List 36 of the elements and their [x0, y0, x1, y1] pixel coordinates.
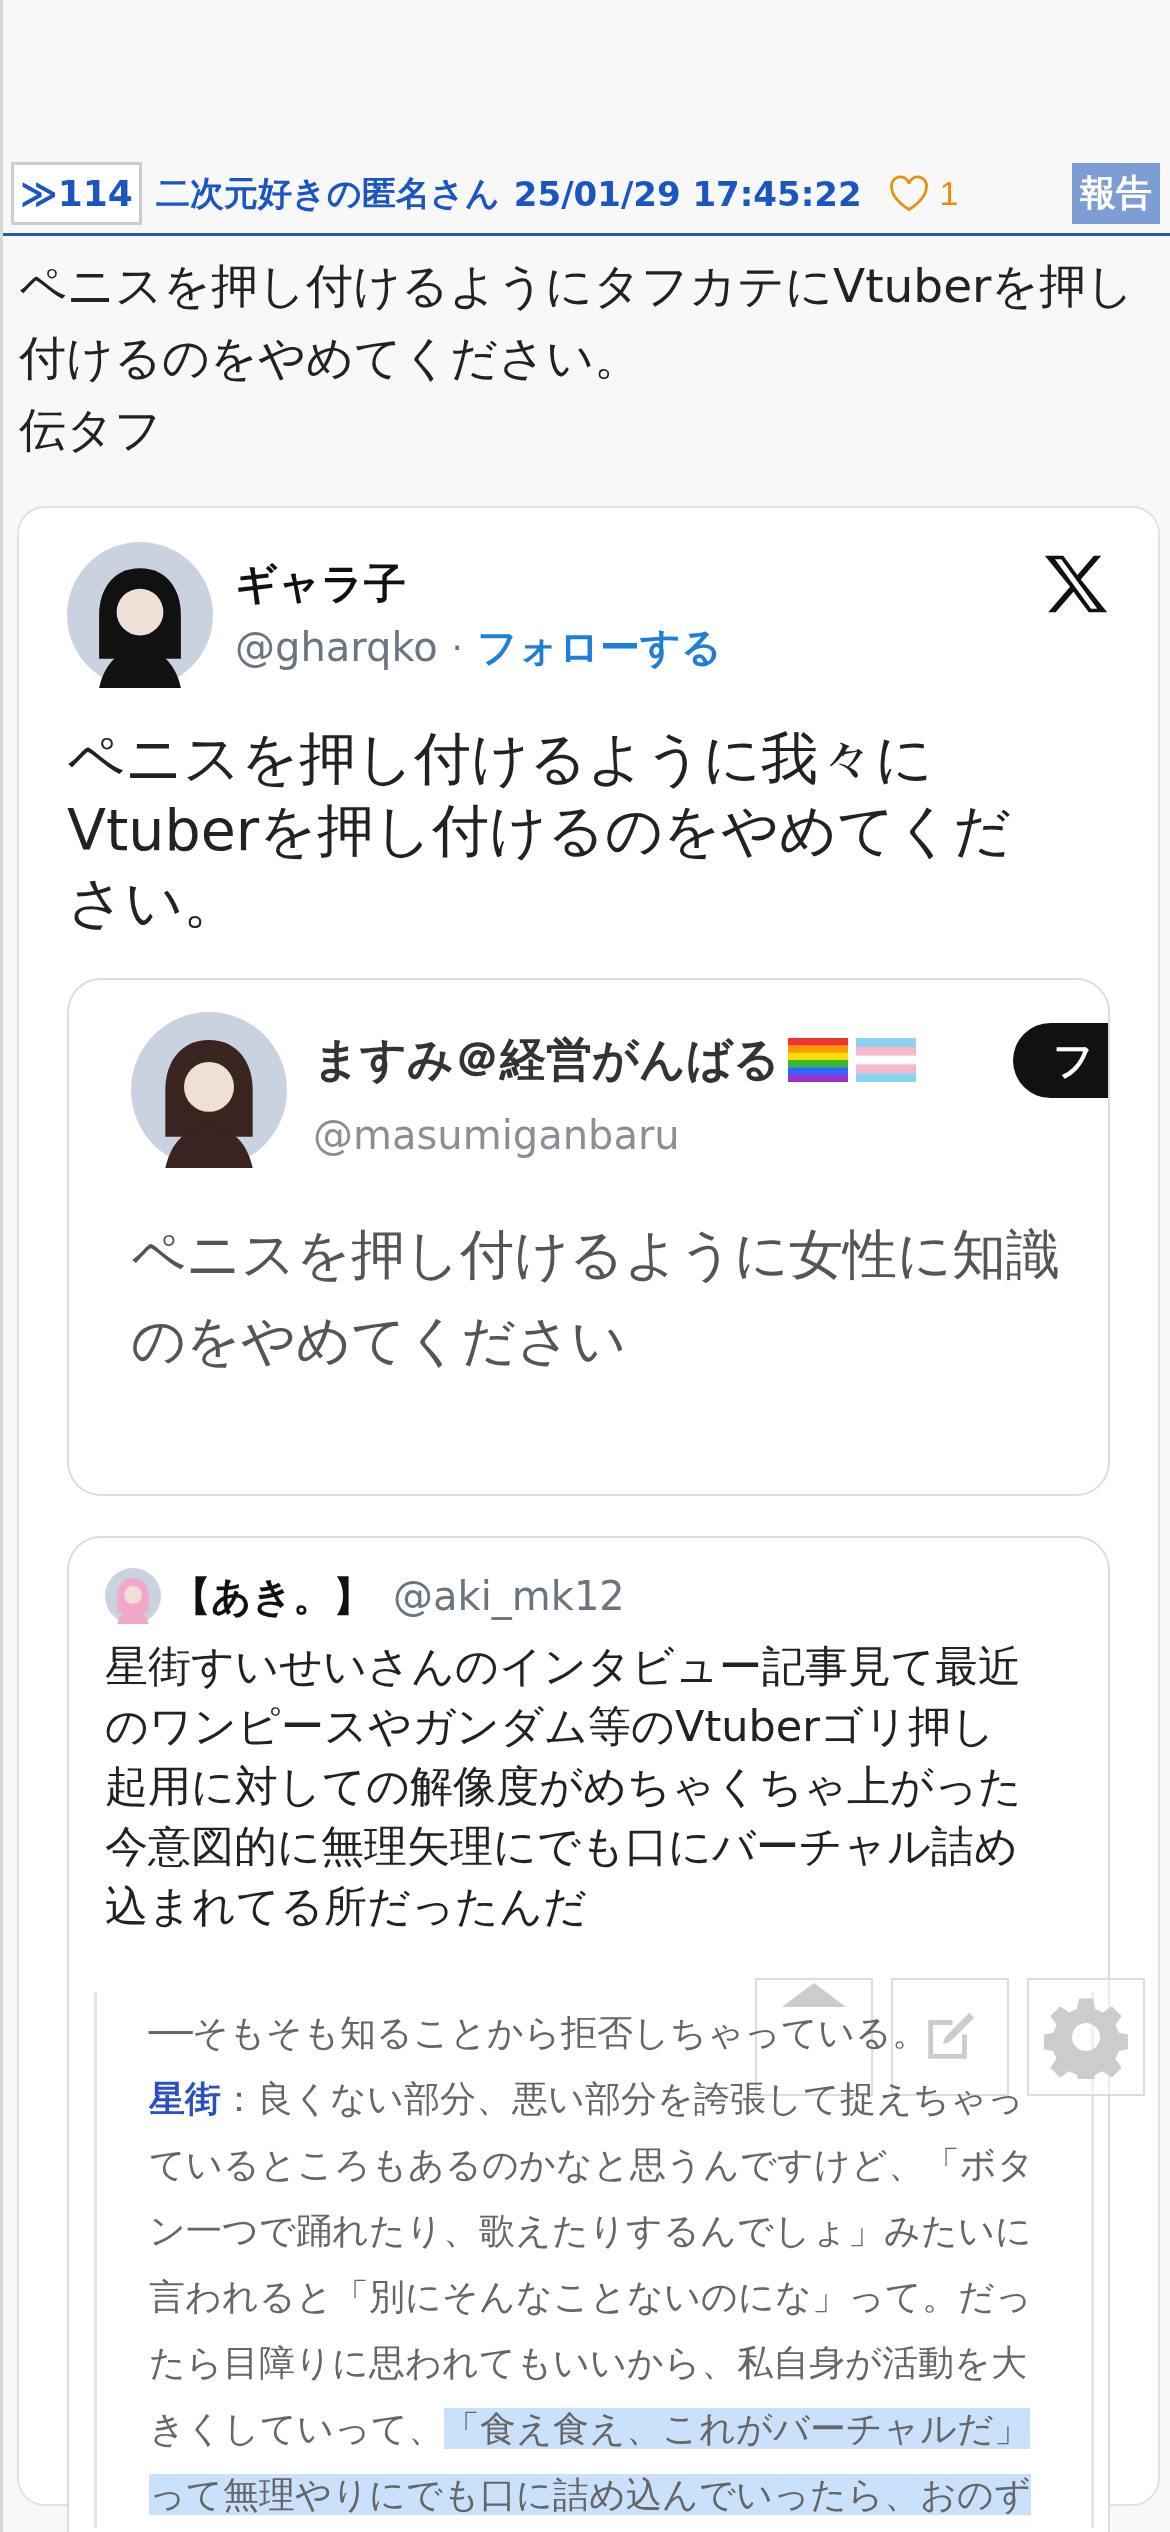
flag-icon	[788, 1038, 848, 1082]
tweet-text: ペニスを押し付けるように我々にVtuberを押し付けるのをやめてください。	[67, 724, 1013, 937]
post-number-link[interactable]: ≫114	[11, 162, 142, 225]
quoted-handle: @aki_mk12	[393, 1573, 625, 1619]
report-button[interactable]: 報告	[1072, 163, 1160, 224]
avatar	[105, 1568, 161, 1624]
screenshot-author-name: ますみ＠経営がんばる	[313, 1031, 780, 1088]
tweet-handle: @gharqko	[235, 624, 438, 670]
post-signature: 伝タフ	[19, 401, 163, 459]
post-author: 二次元好きの匿名さん	[155, 171, 500, 215]
screenshot-text-line: のをやめてください	[131, 1308, 627, 1374]
article-text: ：良くない部分、悪い部分を誇張して捉えちゃっ	[221, 2078, 1024, 2119]
like-count: 1	[939, 174, 959, 213]
article-text: ──そもそも知ることから拒否しちゃっている。	[149, 2012, 929, 2053]
follow-link[interactable]: フォローする	[477, 619, 723, 675]
follow-button[interactable]: フ	[1013, 1022, 1108, 1098]
screenshot-text-line: ペニスを押し付けるように女性に知識	[131, 1222, 1061, 1288]
article-text: 言われると「別にそんなことないのにな」って。だっ	[149, 2276, 1032, 2317]
speaker-name: 星街	[149, 2078, 221, 2119]
article-text: ているところもあるのかなと思うんですけど、「ボタ	[149, 2144, 1034, 2185]
flag-icon	[856, 1038, 916, 1082]
quoted-author-name: 【あき。】	[171, 1571, 373, 1621]
screenshot-handle: @masumiganbaru	[313, 1111, 681, 1158]
post-timestamp: 25/01/29 17:45:22	[513, 173, 862, 214]
like-button[interactable]: 1	[887, 174, 959, 213]
selected-text: って無理やりにでも口に詰め込んでいったら、おのず	[149, 2474, 1031, 2515]
article-text: たら目障りに思われてもいいから、私自身が活動を大	[149, 2342, 1027, 2383]
separator-dot: ·	[451, 626, 464, 668]
article-text: きくしていって、	[149, 2408, 444, 2449]
quoted-tweet-text: 今意図的に無理矢理にでも口にバーチャル詰め込まれてる所だったんだ	[105, 1820, 1019, 1933]
article-text: ン一つで踊れたり、歌えたりするんでしょ」みたいに	[149, 2210, 1032, 2251]
caret-up-icon	[782, 1983, 846, 2007]
quoted-tweet-text: 星街すいせいさんのインタビュー記事見て最近のワンピースやガンダム等のVtuberゴリ押し起用に対しての解像度がめちゃくちゃ上がった	[105, 1640, 1023, 1813]
post-body: ペニスを押し付けるようにタフカテにVtuberを押し付けるのをやめてください。	[19, 257, 1136, 387]
tweet-author-name: ギャラ子	[235, 557, 407, 610]
selected-text: 「食え食え、これがバーチャルだ」	[444, 2408, 1030, 2449]
